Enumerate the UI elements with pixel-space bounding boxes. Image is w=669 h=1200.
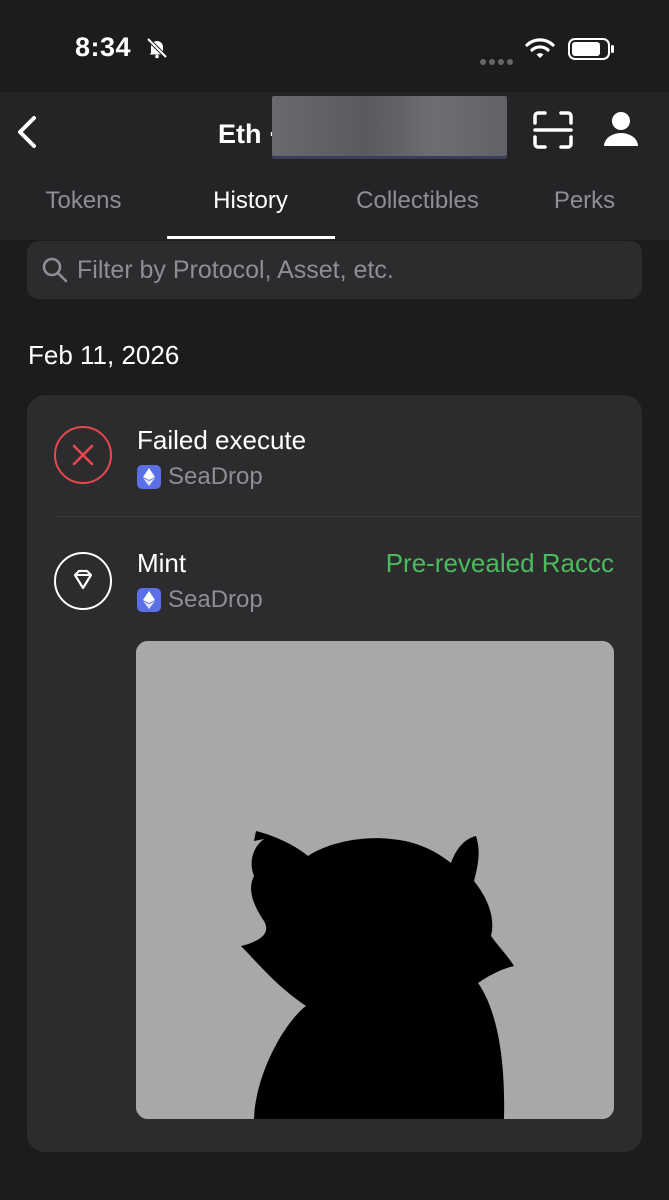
- divider: [54, 516, 642, 517]
- protocol-name: SeaDrop: [168, 586, 263, 613]
- cellular-signal-icon: [480, 52, 516, 70]
- redacted-address: [272, 96, 507, 156]
- ethereum-icon: [137, 465, 161, 489]
- tab-tokens[interactable]: Tokens: [0, 180, 167, 240]
- tab-bar: Tokens History Collectibles Perks: [0, 180, 669, 240]
- date-header: Feb 11, 2026: [28, 340, 180, 370]
- wifi-icon: [525, 38, 555, 58]
- history-item-title: Mint: [137, 548, 187, 578]
- nft-image[interactable]: [136, 641, 614, 1119]
- status-time: 8:34: [75, 32, 132, 62]
- filter-search-bar[interactable]: [27, 241, 642, 299]
- history-item-protocol: SeaDrop: [137, 586, 263, 614]
- page-title: Eth ·: [218, 118, 278, 149]
- search-input[interactable]: [77, 241, 627, 299]
- ethereum-icon: [137, 588, 161, 612]
- tab-perks[interactable]: Perks: [501, 180, 668, 240]
- app-header: Eth · Tokens History Collectibles Perks: [0, 92, 669, 240]
- protocol-name: SeaDrop: [168, 463, 263, 490]
- history-item-title: Failed execute: [137, 425, 307, 455]
- profile-icon[interactable]: [602, 110, 640, 148]
- diamond-icon: [54, 552, 112, 610]
- status-bar: 8:34: [0, 0, 669, 92]
- battery-icon: [568, 38, 614, 60]
- search-icon: [42, 257, 68, 283]
- active-tab-indicator: [167, 236, 335, 239]
- history-item-protocol: SeaDrop: [137, 463, 263, 491]
- failed-x-icon: [54, 426, 112, 484]
- account-selector[interactable]: Eth ·: [218, 114, 278, 154]
- bell-slash-icon: [146, 37, 168, 59]
- raccoon-silhouette: [136, 641, 614, 1119]
- back-chevron-icon[interactable]: [12, 112, 42, 152]
- tab-history[interactable]: History: [167, 180, 334, 240]
- tab-collectibles[interactable]: Collectibles: [334, 180, 501, 240]
- history-card: Failed execute SeaDrop Mint Pre-revealed…: [27, 395, 642, 1152]
- scan-icon[interactable]: [532, 110, 574, 150]
- history-item-value: Pre-revealed Raccc: [385, 548, 614, 578]
